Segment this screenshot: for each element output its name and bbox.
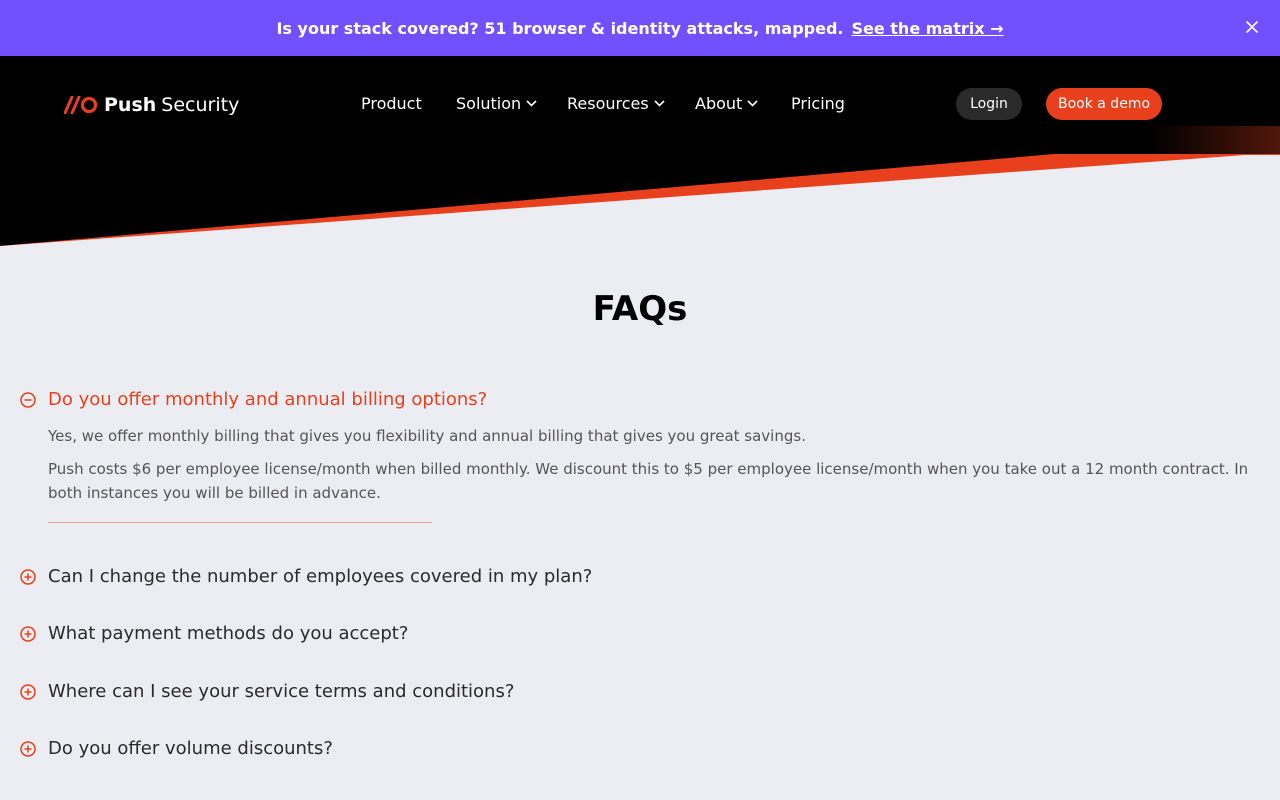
login-button[interactable]: Login: [956, 88, 1022, 120]
plus-circle-icon: [20, 568, 36, 585]
chevron-down-icon: [526, 100, 537, 107]
faq-question: Where can I see your service terms and c…: [48, 681, 515, 702]
faq-question: Do you offer volume discounts?: [48, 738, 333, 759]
nav-about-label: About: [695, 94, 743, 113]
nav-solution-label: Solution: [456, 94, 522, 113]
header-diagonal-shape: [0, 126, 1280, 246]
chevron-down-icon: [654, 100, 665, 107]
nav-pricing-label: Pricing: [791, 94, 845, 113]
faq-item: Where can I see your service terms and c…: [20, 681, 1260, 702]
nav-solution[interactable]: Solution: [456, 94, 537, 113]
book-demo-button[interactable]: Book a demo: [1046, 88, 1162, 120]
nav-pricing[interactable]: Pricing: [791, 94, 845, 113]
see-matrix-link[interactable]: See the matrix →: [851, 19, 1003, 38]
faq-divider: [48, 522, 432, 523]
faq-answer: Yes, we offer monthly billing that gives…: [48, 424, 1260, 505]
faq-title: FAQs: [592, 289, 688, 329]
close-icon[interactable]: [1242, 17, 1262, 37]
faq-question: Can I change the number of employees cov…: [48, 566, 593, 587]
nav-product[interactable]: Product: [361, 94, 422, 113]
minus-circle-icon: [20, 391, 36, 408]
faq-item: What payment methods do you accept?: [20, 623, 1260, 644]
nav-resources-label: Resources: [567, 94, 649, 113]
faq-question-toggle[interactable]: Can I change the number of employees cov…: [20, 566, 1260, 587]
faq-question: Do you offer monthly and annual billing …: [48, 389, 488, 410]
faq-item: Do you offer volume discounts?: [20, 738, 1260, 759]
nav-product-label: Product: [361, 94, 422, 113]
plus-circle-icon: [20, 625, 36, 642]
faq-item: Do you offer monthly and annual billing …: [20, 389, 1260, 523]
nav-about[interactable]: About: [695, 94, 758, 113]
site-header: Push Security Product Solution Resources…: [0, 56, 1280, 246]
faq-question-toggle[interactable]: Where can I see your service terms and c…: [20, 681, 1260, 702]
plus-circle-icon: [20, 683, 36, 700]
banner-text: Is your stack covered? 51 browser & iden…: [276, 18, 844, 38]
faq-item: Can I change the number of employees cov…: [20, 566, 1260, 587]
faq-answer-paragraph: Yes, we offer monthly billing that gives…: [48, 427, 806, 445]
plus-circle-icon: [20, 740, 36, 757]
nav-resources[interactable]: Resources: [567, 94, 665, 113]
chevron-down-icon: [747, 100, 758, 107]
faq-question-toggle[interactable]: What payment methods do you accept?: [20, 623, 1260, 644]
faq-question-toggle[interactable]: Do you offer volume discounts?: [20, 738, 1260, 759]
faq-answer-paragraph: Push costs $6 per employee license/month…: [48, 460, 1249, 502]
faq-question: What payment methods do you accept?: [48, 623, 409, 644]
announcement-banner: Is your stack covered? 51 browser & iden…: [0, 0, 1280, 56]
faq-question-toggle[interactable]: Do you offer monthly and annual billing …: [20, 389, 1260, 410]
